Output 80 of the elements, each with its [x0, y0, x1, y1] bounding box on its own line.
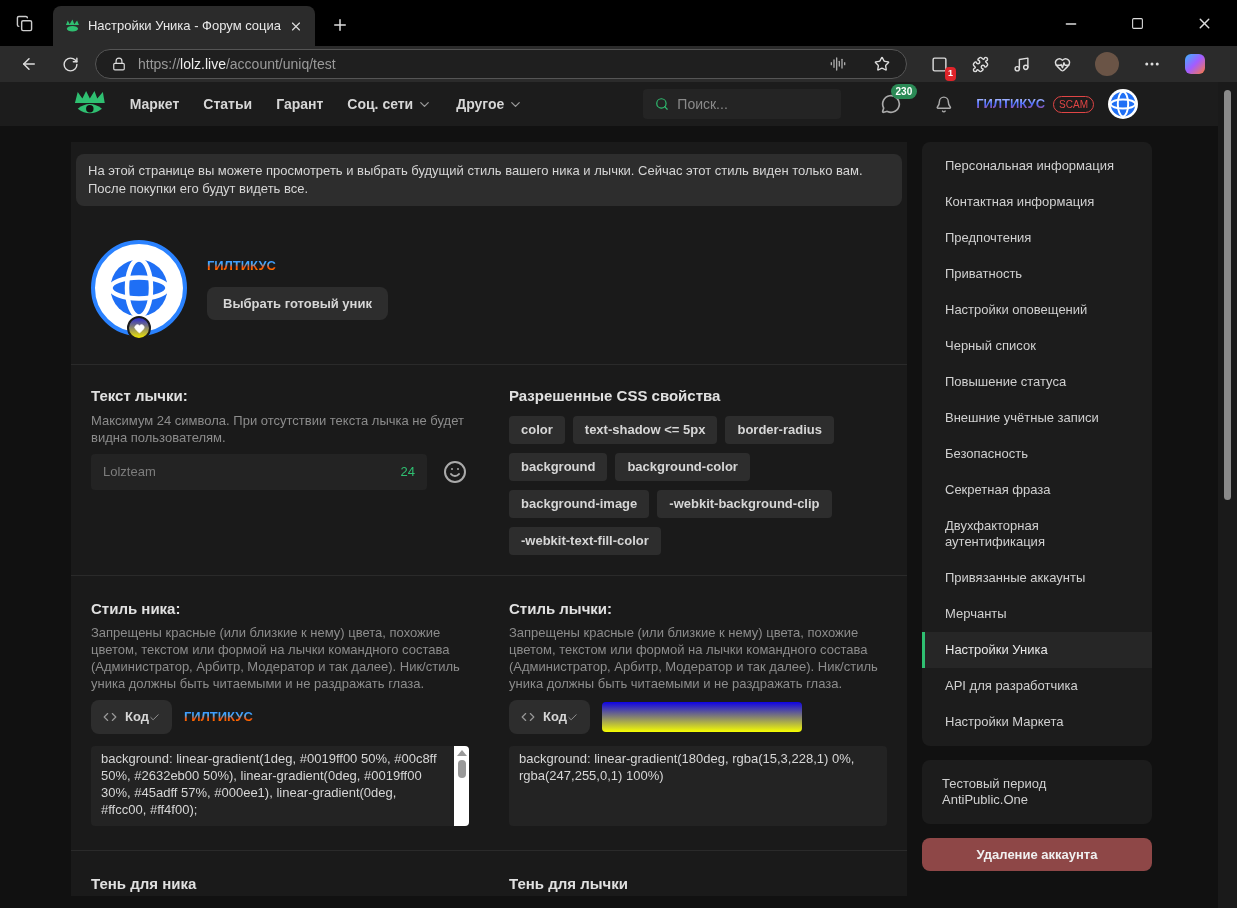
code-toggle-button[interactable]: Код: [509, 700, 590, 734]
settings-menu-item[interactable]: Безопасность: [922, 436, 1152, 472]
code-field[interactable]: background: linear-gradient(1deg, #0019ff00 50%, #00c8ff 50%, #2632eb00 50%), linear-gradient(0deg, #0019ff00 30%, #45adff 57%, #000ee1), linear-gradient(0deg, #ffcc00, #ff4f00);: [91, 746, 469, 826]
nav-link[interactable]: Соц. сети: [347, 93, 433, 115]
settings-menu-item[interactable]: Контактная информация: [922, 184, 1152, 220]
nav-link[interactable]: Статьи: [203, 93, 253, 115]
section-title: Стиль лычки:: [509, 598, 614, 619]
code-toggle-button[interactable]: Код: [91, 700, 172, 734]
section-description: Запрещены красные (или близкие к нему) цвета, похожие цветом, текстом или формой на лычки командного состава (Администратор, Арбитр, Модератор и так далее). Ник/стиль уника должны быть читаемыми и не раздражать глаза.: [509, 624, 879, 692]
badge-text-box[interactable]: Lolzteam 24: [91, 453, 427, 490]
search-field[interactable]: Поиск...: [677, 93, 829, 115]
check-icon: [148, 711, 160, 723]
search-icon: [655, 96, 670, 112]
badge-text-field[interactable]: Lolzteam: [103, 461, 401, 482]
css-property-tag: background-image: [509, 489, 650, 518]
section-title: Тень для лычки: [509, 874, 629, 894]
tab-actions-icon[interactable]: [16, 15, 33, 32]
section-description: Запрещены красные (или близкие к нему) цвета, похожие цветом, текстом или формой на лычки командного состава (Администратор, Арбитр, Модератор и так далее). Ник/стиль уника должны быть читаемыми и не раздражать глаза.: [91, 624, 461, 692]
settings-menu-item[interactable]: API для разработчика: [922, 668, 1152, 704]
settings-menu-item[interactable]: Двухфакторная аутентификация: [922, 508, 1152, 560]
css-property-tag: border-radius: [725, 415, 834, 444]
settings-menu-item[interactable]: Приватность: [922, 256, 1152, 292]
notifications-icon[interactable]: [934, 94, 953, 114]
section-title: Текст лычки:: [91, 386, 189, 406]
css-property-tag: -webkit-text-fill-color: [509, 526, 661, 555]
maximize-icon[interactable]: [1131, 17, 1144, 30]
notice-text: На этой странице вы можете просмотреть и выбрать будущий стиль вашего ника и лычки. Сейчас этот стиль виден только вам. После покупки его будут видеть все.: [76, 154, 902, 206]
settings-menu-item[interactable]: Секретная фраза: [922, 472, 1152, 508]
check-icon: [566, 711, 578, 723]
code-icon: [521, 710, 535, 724]
code-icon: [103, 710, 117, 724]
lock-icon: [112, 57, 126, 71]
section-title: Разрешенные CSS свойства: [509, 386, 722, 406]
section-title: Стиль ника:: [91, 598, 182, 619]
section-title: Тень для ника: [91, 874, 198, 894]
user-avatar: [1110, 91, 1136, 117]
css-property-tag: text-shadow <= 5px: [572, 415, 718, 444]
notification-badge: 1: [945, 67, 956, 81]
settings-menu-item[interactable]: Предпочтения: [922, 220, 1152, 256]
settings-menu-item[interactable]: Повышение статуса: [922, 364, 1152, 400]
url-text: https://lolz.live/account/uniq/test: [138, 54, 336, 74]
globe-icon: [109, 258, 169, 318]
section-description: Максимум 24 символа. При отсутствии текста лычка не будет видна пользователям.: [91, 411, 465, 446]
new-tab-icon[interactable]: [331, 16, 349, 34]
settings-menu-item[interactable]: Персональная информация: [922, 148, 1152, 184]
music-icon[interactable]: [1013, 55, 1030, 73]
site-logo-icon: [65, 19, 80, 33]
css-property-tag: background-color: [615, 452, 750, 481]
back-icon[interactable]: [20, 55, 38, 73]
choose-preset-button[interactable]: Выбрать готовый уник: [207, 287, 388, 321]
code-field[interactable]: background: linear-gradient(180deg, rgba(15,3,228,1) 0%, rgba(247,255,0,1) 100%): [509, 746, 887, 826]
health-icon[interactable]: [1054, 55, 1071, 73]
reload-icon[interactable]: [62, 55, 79, 73]
delete-account-button[interactable]: Удаление аккаунта: [922, 838, 1152, 871]
extension-icon[interactable]: [931, 55, 948, 73]
message-count-badge: 230: [890, 84, 918, 99]
emoji-icon[interactable]: [443, 459, 467, 484]
settings-menu-item[interactable]: Привязанные аккаунты: [922, 560, 1152, 596]
css-property-tag: color: [509, 415, 565, 444]
search-box[interactable]: Поиск...: [643, 89, 841, 119]
puzzle-icon[interactable]: [972, 55, 989, 73]
settings-menu-item[interactable]: Мерчанты: [922, 596, 1152, 632]
messages-icon[interactable]: [880, 94, 901, 114]
read-aloud-icon[interactable]: [830, 56, 846, 72]
settings-menu-item[interactable]: Настройки Уника: [922, 632, 1152, 668]
address-bar[interactable]: https://lolz.live/account/uniq/test: [95, 49, 907, 79]
nav-link[interactable]: Гарант: [276, 93, 324, 115]
nav-link[interactable]: Маркет: [129, 93, 180, 115]
settings-menu-item[interactable]: Настройки Маркета: [922, 704, 1152, 740]
css-property-tag: -webkit-background-clip: [657, 489, 832, 518]
settings-menu-item[interactable]: Черный список: [922, 328, 1152, 364]
nav-link[interactable]: Другое: [456, 93, 524, 115]
tab-title: Настройки Уника - Форум социа: [87, 17, 282, 36]
settings-menu-item[interactable]: Внешние учётные записи: [922, 400, 1152, 436]
css-property-tag: background: [509, 452, 608, 481]
copilot-icon[interactable]: [1185, 54, 1205, 74]
favorite-icon[interactable]: [874, 56, 890, 72]
browser-tab[interactable]: Настройки Уника - Форум социа: [53, 6, 315, 46]
settings-menu-item[interactable]: Настройки оповещений: [922, 292, 1152, 328]
character-counter: 24: [400, 462, 415, 481]
